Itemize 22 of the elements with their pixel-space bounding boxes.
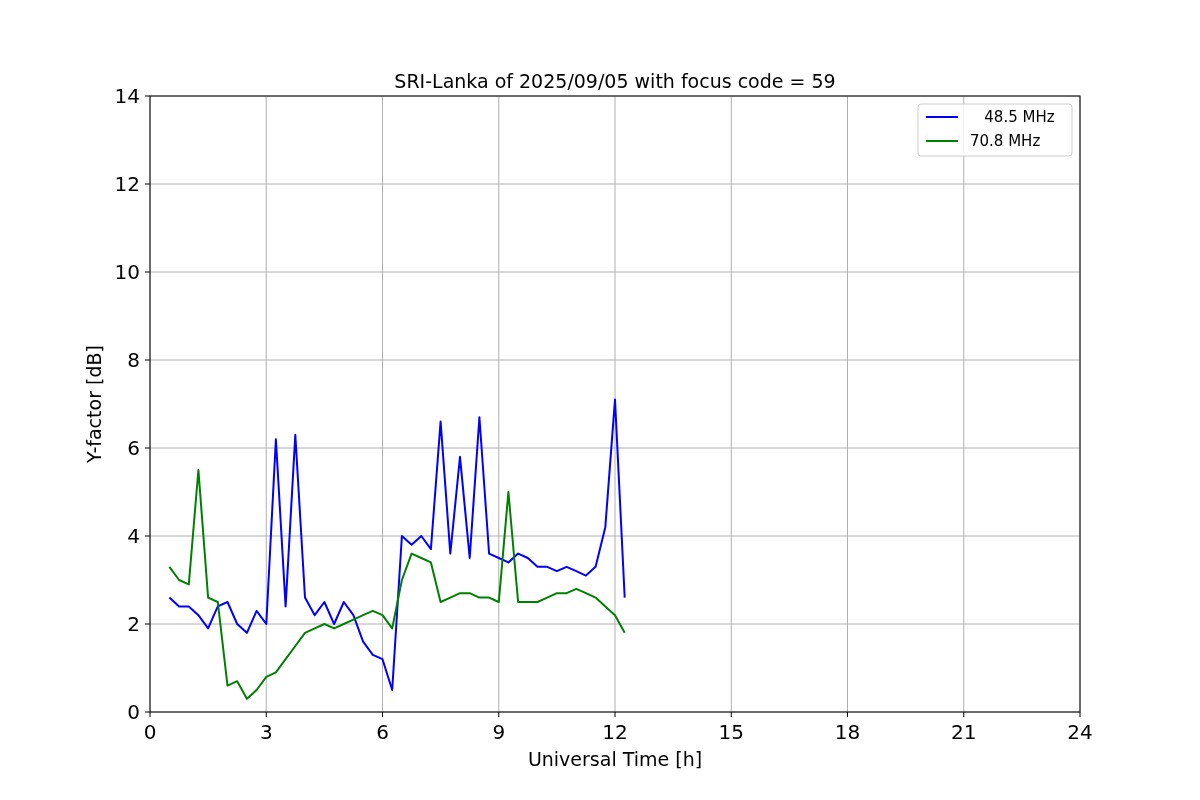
tick-label: 0 (127, 700, 140, 724)
legend-label: 70.8 MHz (970, 132, 1041, 150)
tick-label: 6 (376, 720, 389, 744)
tick-label: 3 (259, 720, 273, 744)
tick-label: 14 (114, 84, 140, 108)
tick-label: 10 (114, 260, 140, 284)
tick-label: 15 (718, 720, 744, 744)
tick-label: 6 (127, 436, 140, 460)
tick-label: 12 (114, 172, 140, 196)
chart-title: SRI-Lanka of 2025/09/05 with focus code = 59 (394, 70, 836, 92)
tick-label: 21 (951, 720, 977, 744)
tick-label: 8 (127, 348, 140, 372)
tick-label: 2 (127, 612, 140, 636)
y-axis-label: Y-factor [dB] (83, 345, 105, 463)
legend-label: 48.5 MHz (984, 108, 1055, 126)
tick-label: 18 (834, 720, 861, 744)
tick-label: 4 (127, 524, 140, 548)
tick-label: 0 (143, 720, 157, 744)
tick-label: 9 (492, 720, 506, 744)
x-axis-label: Universal Time [h] (527, 748, 703, 770)
tick-label: 12 (602, 720, 628, 744)
tick-label: 24 (1067, 720, 1093, 744)
